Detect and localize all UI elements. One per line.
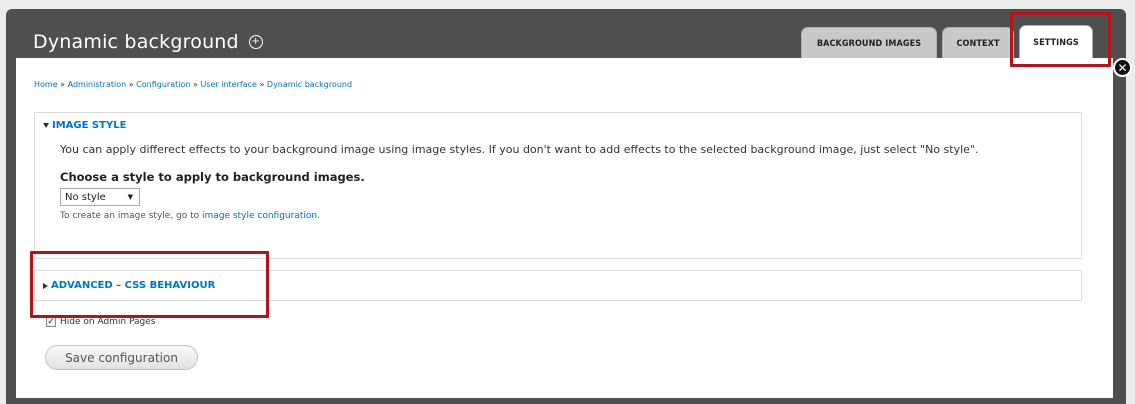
tab-label: BACKGROUND IMAGES <box>816 38 922 49</box>
tab-context[interactable]: CONTEXT <box>942 27 1014 59</box>
collapse-triangle-icon <box>43 123 49 128</box>
chevron-down-icon: ▼ <box>127 193 133 201</box>
shortcut-add-icon[interactable]: + <box>248 35 263 49</box>
image-style-description: You can apply differect effects to your … <box>60 143 979 156</box>
breadcrumb-separator: » <box>192 80 198 89</box>
breadcrumb: Home » Administration » Configuration » … <box>34 80 352 89</box>
breadcrumb-administration[interactable]: Administration <box>68 80 127 89</box>
image-style-help: To create an image style, go to image st… <box>60 211 320 221</box>
breadcrumb-separator: » <box>60 80 66 89</box>
image-style-select[interactable]: No style ▼ <box>60 188 140 206</box>
image-style-fieldset <box>34 112 1082 259</box>
breadcrumb-configuration[interactable]: Configuration <box>136 80 190 89</box>
highlight-box-settings <box>1010 12 1111 67</box>
image-style-legend[interactable]: IMAGE STYLE <box>43 120 126 131</box>
overlay-title: Dynamic background + <box>33 31 263 53</box>
hide-admin-checkbox[interactable]: ✓ <box>46 317 56 327</box>
close-icon[interactable]: ✕ <box>1113 58 1132 77</box>
breadcrumb-separator: » <box>128 80 134 89</box>
image-style-legend-label: IMAGE STYLE <box>52 120 127 131</box>
breadcrumb-home[interactable]: Home <box>34 80 58 89</box>
image-style-select-label: Choose a style to apply to background im… <box>60 170 365 184</box>
hide-admin-row: ✓ Hide on Admin Pages <box>46 317 155 327</box>
image-style-select-value: No style <box>65 191 106 203</box>
save-button[interactable]: Save configuration <box>45 345 198 370</box>
image-style-help-prefix: To create an image style, go to <box>60 211 203 221</box>
tab-label: CONTEXT <box>956 38 1000 49</box>
page-title: Dynamic background <box>33 31 239 53</box>
image-style-config-link[interactable]: image style configuration <box>202 211 317 221</box>
image-style-help-suffix: . <box>317 211 320 221</box>
breadcrumb-dynamic-background[interactable]: Dynamic background <box>267 80 352 89</box>
hide-admin-label: Hide on Admin Pages <box>60 317 156 327</box>
tab-background-images[interactable]: BACKGROUND IMAGES <box>801 27 937 59</box>
highlight-box-advanced <box>30 251 269 318</box>
breadcrumb-separator: » <box>259 80 265 89</box>
breadcrumb-user-interface[interactable]: User interface <box>200 80 256 89</box>
